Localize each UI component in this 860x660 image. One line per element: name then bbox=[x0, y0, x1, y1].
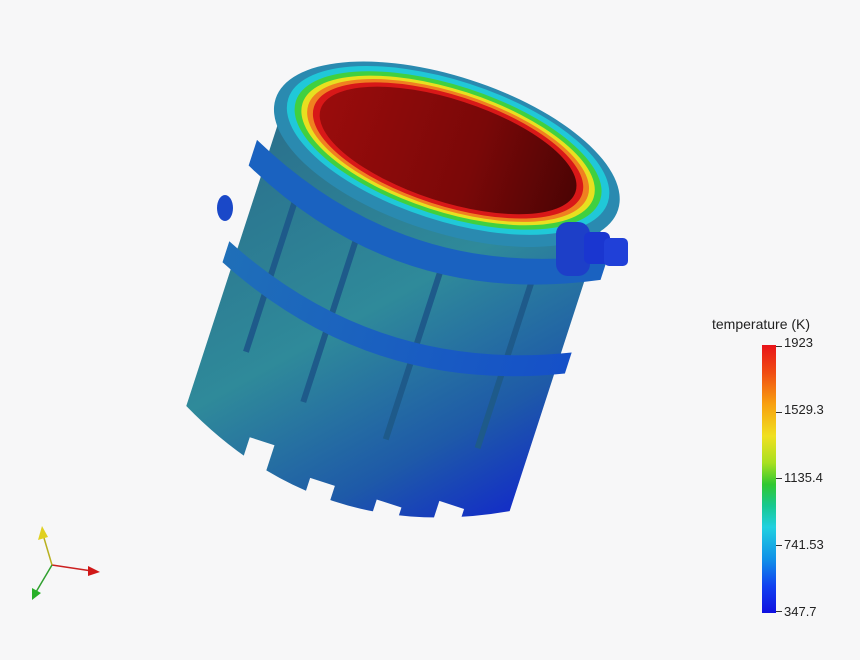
tick-label-min: 347.7 bbox=[784, 604, 817, 619]
tick-mark bbox=[776, 346, 782, 347]
tick-label: 1135.4 bbox=[784, 470, 823, 485]
tick-mark bbox=[776, 545, 782, 546]
y-axis-arrow bbox=[38, 526, 48, 540]
tick-label: 1529.3 bbox=[784, 402, 824, 417]
y-axis-line bbox=[43, 537, 53, 566]
tick-mark bbox=[776, 478, 782, 479]
x-axis-arrow bbox=[88, 566, 100, 576]
x-axis-line bbox=[51, 564, 93, 572]
ladle-model[interactable] bbox=[150, 23, 647, 582]
tick-label-max: 1923 bbox=[784, 335, 813, 350]
tick-mark bbox=[776, 611, 782, 612]
tick-mark bbox=[776, 412, 782, 413]
tick-label: 741.53 bbox=[784, 537, 824, 552]
z-axis-line bbox=[35, 564, 53, 593]
temperature-colorbar[interactable] bbox=[762, 345, 776, 613]
colorbar-title: temperature (K) bbox=[712, 316, 811, 332]
orientation-axes[interactable] bbox=[32, 526, 100, 600]
